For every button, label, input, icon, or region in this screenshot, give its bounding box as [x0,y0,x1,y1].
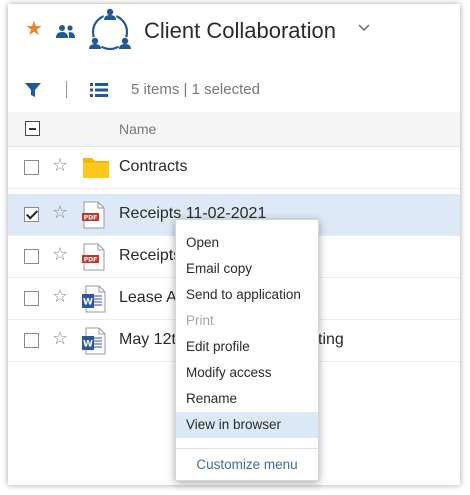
menu-item-rename[interactable]: Rename [176,386,318,412]
favorite-star-icon[interactable]: ★ [25,18,43,38]
favorite-star-icon[interactable]: ☆ [52,329,68,349]
workspace-title[interactable]: Client Collaboration [144,18,336,44]
svg-text:W: W [83,298,93,308]
toolbar-divider [66,81,67,98]
row-checkbox[interactable] [24,333,39,348]
svg-text:W: W [83,340,93,350]
menu-item-label: Edit profile [186,339,250,354]
menu-item-modify-access[interactable]: Modify access [176,360,318,386]
menu-item-label: View in browser [186,417,282,432]
favorite-star-icon[interactable]: ☆ [52,156,68,176]
collaboration-network-icon [88,8,132,51]
menu-item-send-to-application[interactable]: Send to application [176,282,318,308]
menu-item-edit-profile[interactable]: Edit profile [176,334,318,360]
file-name: Receipts [119,247,182,264]
list-view-icon[interactable] [90,83,108,97]
favorite-star-icon[interactable]: ☆ [52,203,68,223]
row-checkbox[interactable] [24,207,39,222]
row-checkbox[interactable] [24,291,39,306]
favorite-star-icon[interactable]: ☆ [52,245,68,265]
row-checkbox[interactable] [24,160,39,175]
column-header-row: Name [8,112,460,147]
file-name: May 12t [119,331,176,348]
filter-icon[interactable] [24,82,42,98]
svg-text:PDF: PDF [84,215,97,222]
menu-item-view-in-browser[interactable]: View in browser [176,412,318,438]
chevron-down-icon[interactable] [357,23,371,33]
list-item[interactable]: ☆ Contracts [8,147,460,189]
file-name: Contracts [119,158,188,175]
menu-item-label: Send to application [186,287,301,302]
menu-item-label: Rename [186,391,238,406]
menu-item-label: Email copy [186,261,253,276]
menu-item-label: Modify access [186,365,272,380]
menu-divider [176,448,318,449]
customize-menu-label: Customize menu [196,457,298,472]
word-file-icon: W [82,285,106,313]
file-name: Lease A [119,289,177,306]
item-count-status: 5 items | 1 selected [131,81,260,98]
file-name-tail: ting [318,331,344,348]
menu-item-email-copy[interactable]: Email copy [176,256,318,282]
context-menu: Open Email copy Send to application Prin… [175,219,319,481]
people-icon[interactable] [56,24,76,40]
workspace-window: ★ Client Collaboration 5 items | 1 selec… [8,4,460,485]
menu-item-open[interactable]: Open [176,230,318,256]
pdf-file-icon: PDF [82,243,105,271]
favorite-star-icon[interactable]: ☆ [52,287,68,307]
menu-item-print: Print [176,308,318,334]
word-file-icon: W [82,327,106,355]
workspace-header: ★ Client Collaboration [8,4,460,62]
pdf-file-icon: PDF [82,201,105,229]
svg-text:PDF: PDF [84,257,97,264]
menu-item-label: Open [186,235,220,250]
menu-item-label: Print [186,313,214,328]
list-toolbar: 5 items | 1 selected [8,72,460,106]
select-all-checkbox[interactable] [25,121,40,136]
customize-menu-link[interactable]: Customize menu [176,451,318,477]
folder-icon [83,158,109,178]
row-checkbox[interactable] [24,249,39,264]
name-column-header[interactable]: Name [119,121,156,137]
